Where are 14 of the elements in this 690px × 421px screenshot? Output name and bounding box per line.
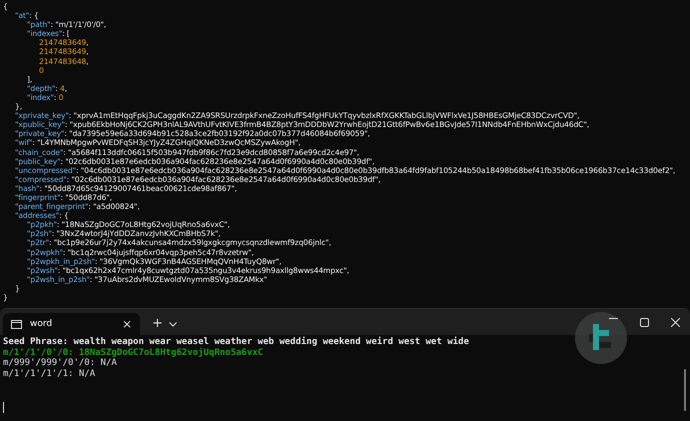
terminal-line: Seed Phrase: wealth weapon wear weasel weather web wedding weekend weird west wet wide <box>3 337 470 348</box>
scrollbar[interactable] <box>684 369 686 411</box>
new-tab-button[interactable]: + <box>152 316 163 331</box>
caret-icon[interactable] <box>168 322 177 327</box>
terminal-line: m/1'/1'/1'/1: N/A <box>3 368 96 379</box>
tab-title: word <box>30 319 54 329</box>
terminal-line: m/1'/1'/0'/0: 18NaSZgDoGC7oL8Htg62vojUqRno5a6vxC <box>3 348 264 358</box>
maximize-icon[interactable] <box>640 318 649 326</box>
terminal-tab[interactable]: word × <box>3 313 140 335</box>
terminal-icon <box>11 320 22 328</box>
terminal-line: m/999'/999'/0'/0: N/A <box>3 358 118 368</box>
close-icon[interactable] <box>671 318 680 326</box>
text-cursor <box>3 402 4 413</box>
close-tab-button[interactable]: × <box>122 317 132 331</box>
